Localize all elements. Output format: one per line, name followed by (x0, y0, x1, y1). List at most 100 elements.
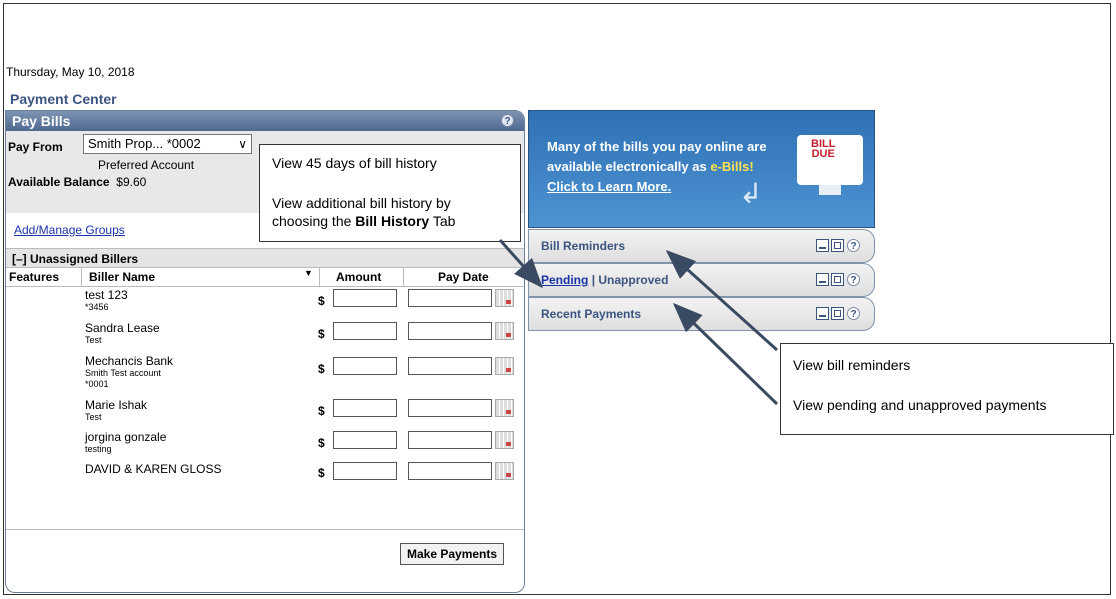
biller-name: Marie Ishak Test (85, 399, 147, 423)
amount-input[interactable] (333, 289, 397, 307)
ebills-accent: e-Bills! (710, 159, 754, 174)
calendar-icon[interactable] (495, 322, 514, 340)
pay-from-label: Pay From (8, 140, 63, 154)
calendar-icon[interactable] (495, 462, 514, 480)
currency-symbol: $ (318, 436, 325, 450)
help-icon[interactable]: ? (847, 307, 860, 320)
amount-input[interactable] (333, 462, 397, 480)
biller-name: Sandra Lease Test (85, 322, 160, 346)
currency-symbol: $ (318, 466, 325, 480)
callout-text: Tab (429, 213, 456, 229)
monitor-stand (819, 185, 841, 195)
col-divider (81, 268, 82, 286)
pay-date-input[interactable] (408, 357, 492, 375)
ebills-line: available electronically as e-Bills! (547, 157, 767, 177)
calendar-icon[interactable] (495, 357, 514, 375)
biller-name-text: Marie Ishak (85, 398, 148, 412)
ebills-banner[interactable]: Many of the bills you pay online are ava… (528, 110, 875, 228)
callout-text: choosing the (272, 213, 356, 229)
tab-pending[interactable]: Pending (541, 273, 588, 287)
make-payments-button[interactable]: Make Payments (400, 543, 505, 565)
callout-line: View 45 days of bill history (272, 155, 437, 171)
amount-input[interactable] (333, 431, 397, 449)
recent-payments-label[interactable]: Recent Payments (541, 307, 641, 321)
biller-name: Mechancis Bank Smith Test account *0001 (85, 355, 173, 390)
biller-subtext: *0001 (85, 379, 109, 389)
amount-input[interactable] (333, 322, 397, 340)
ebills-line-text: available electronically as (547, 159, 711, 174)
amount-input[interactable] (333, 399, 397, 417)
maximize-icon[interactable] (831, 307, 844, 320)
logo-text: DUE (811, 148, 835, 160)
tab-unapproved[interactable]: Unapproved (598, 273, 668, 287)
biller-subtext: *3456 (85, 302, 109, 312)
account-type: Preferred Account (98, 158, 195, 172)
chevron-down-icon: ∨ (238, 137, 247, 151)
callout-bill-history: View 45 days of bill history View additi… (259, 144, 521, 242)
bill-reminders-panel: Bill Reminders ? (528, 229, 875, 263)
help-icon[interactable]: ? (501, 114, 514, 127)
col-features: Features (9, 270, 60, 284)
currency-symbol: $ (318, 294, 325, 308)
currency-symbol: $ (318, 327, 325, 341)
ebills-text: Many of the bills you pay online are ava… (547, 137, 767, 197)
calendar-icon[interactable] (495, 399, 514, 417)
available-balance-value: $9.60 (116, 175, 147, 189)
callout-line: View additional bill history by (272, 195, 451, 211)
biller-name: jorgina gonzale testing (85, 431, 166, 455)
minimize-icon[interactable] (816, 239, 829, 252)
sort-down-icon[interactable]: ▼ (304, 268, 313, 278)
pay-date-input[interactable] (408, 431, 492, 449)
bill-due-monitor-icon: BILL DUE (797, 135, 863, 195)
page-title: Payment Center (10, 91, 117, 107)
calendar-icon[interactable] (495, 431, 514, 449)
pay-from-value: Smith Prop... *0002 (88, 136, 201, 151)
minimize-icon[interactable] (816, 307, 829, 320)
callout-line: View bill reminders (793, 357, 911, 373)
col-biller-name[interactable]: Biller Name (89, 270, 155, 284)
panel-controls: ? (814, 307, 860, 321)
biller-name-text: Mechancis Bank (85, 354, 174, 368)
callout-line: choosing the Bill History Tab (272, 213, 455, 229)
add-manage-groups-link[interactable]: Add/Manage Groups (14, 223, 125, 237)
available-balance: Available Balance $9.60 (8, 175, 146, 189)
biller-name: DAVID & KAREN GLOSS (85, 463, 221, 476)
biller-subtext: testing (85, 444, 112, 454)
panel-controls: ? (814, 273, 860, 287)
pay-bills-header: Pay Bills ? (6, 111, 524, 131)
pay-date-input[interactable] (408, 289, 492, 307)
col-divider (403, 268, 404, 286)
pay-date-input[interactable] (408, 462, 492, 480)
bill-reminders-label[interactable]: Bill Reminders (541, 239, 625, 253)
biller-subtext: Test (85, 412, 102, 422)
ebills-line: Many of the bills you pay online are (547, 139, 767, 154)
pay-date-input[interactable] (408, 322, 492, 340)
learn-more-link[interactable]: Click to Learn More. (547, 177, 767, 197)
tab-separator: | (591, 273, 596, 287)
help-icon[interactable]: ? (847, 239, 860, 252)
biller-name: test 123 *3456 (85, 289, 128, 313)
callout-bold-text: Bill History (355, 213, 430, 229)
maximize-icon[interactable] (831, 239, 844, 252)
calendar-icon[interactable] (495, 289, 514, 307)
help-icon[interactable]: ? (847, 273, 860, 286)
divider (6, 529, 524, 530)
biller-name-text: test 123 (85, 288, 128, 302)
biller-name-text: jorgina gonzale (85, 430, 167, 444)
unassigned-billers-toggle[interactable]: [–] Unassigned Billers (6, 248, 524, 268)
bill-due-logo: BILL DUE (811, 139, 835, 160)
minimize-icon[interactable] (816, 273, 829, 286)
pay-from-select[interactable]: Smith Prop... *0002 ∨ (83, 134, 252, 154)
biller-name-text: DAVID & KAREN GLOSS (85, 462, 222, 476)
col-amount: Amount (336, 270, 382, 284)
pay-date-input[interactable] (408, 399, 492, 417)
pay-bills-title: Pay Bills (12, 113, 71, 129)
biller-table-header: Features Biller Name ▼ Amount Pay Date (6, 268, 524, 287)
maximize-icon[interactable] (831, 273, 844, 286)
col-divider (319, 268, 320, 286)
biller-subtext: Test (85, 335, 102, 345)
currency-symbol: $ (318, 362, 325, 376)
col-pay-date: Pay Date (438, 270, 489, 284)
amount-input[interactable] (333, 357, 397, 375)
biller-name-text: Sandra Lease (85, 321, 160, 335)
